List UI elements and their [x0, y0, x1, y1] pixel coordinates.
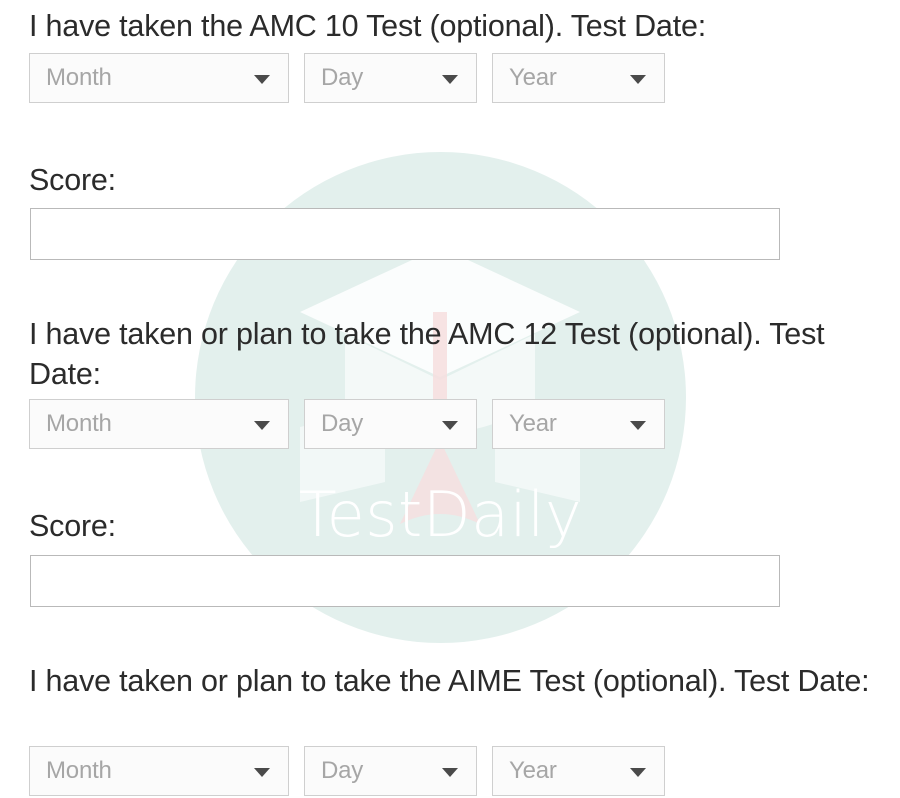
- year-select-aime[interactable]: Year: [492, 746, 665, 796]
- month-select-placeholder: Month: [46, 757, 112, 784]
- date-row-amc12: Month Day Year: [29, 399, 665, 449]
- month-select-amc10[interactable]: Month: [29, 53, 289, 103]
- chevron-down-icon: [630, 75, 646, 84]
- score-label-amc12: Score:: [29, 509, 116, 543]
- score-label-amc10: Score:: [29, 163, 116, 197]
- day-select-aime[interactable]: Day: [304, 746, 477, 796]
- year-select-placeholder: Year: [509, 64, 557, 91]
- year-select-amc12[interactable]: Year: [492, 399, 665, 449]
- question-aime: I have taken or plan to take the AIME Te…: [29, 664, 870, 698]
- month-select-placeholder: Month: [46, 64, 112, 91]
- question-amc12: I have taken or plan to take the AMC 12 …: [29, 317, 825, 391]
- date-row-aime: Month Day Year: [29, 746, 665, 796]
- chevron-down-icon: [442, 768, 458, 777]
- year-select-amc10[interactable]: Year: [492, 53, 665, 103]
- year-select-placeholder: Year: [509, 757, 557, 784]
- day-select-amc10[interactable]: Day: [304, 53, 477, 103]
- chevron-down-icon: [630, 768, 646, 777]
- date-row-amc10: Month Day Year: [29, 53, 665, 103]
- score-input-amc12[interactable]: [30, 555, 780, 607]
- day-select-placeholder: Day: [321, 64, 364, 91]
- score-input-amc10[interactable]: [30, 208, 780, 260]
- chevron-down-icon: [254, 421, 270, 430]
- question-amc10: I have taken the AMC 10 Test (optional).…: [29, 9, 707, 43]
- chevron-down-icon: [630, 421, 646, 430]
- chevron-down-icon: [254, 768, 270, 777]
- chevron-down-icon: [442, 75, 458, 84]
- month-select-amc12[interactable]: Month: [29, 399, 289, 449]
- chevron-down-icon: [442, 421, 458, 430]
- day-select-placeholder: Day: [321, 757, 364, 784]
- day-select-placeholder: Day: [321, 410, 364, 437]
- month-select-aime[interactable]: Month: [29, 746, 289, 796]
- month-select-placeholder: Month: [46, 410, 112, 437]
- watermark-brand-text: TestDaily: [298, 478, 583, 551]
- chevron-down-icon: [254, 75, 270, 84]
- day-select-amc12[interactable]: Day: [304, 399, 477, 449]
- year-select-placeholder: Year: [509, 410, 557, 437]
